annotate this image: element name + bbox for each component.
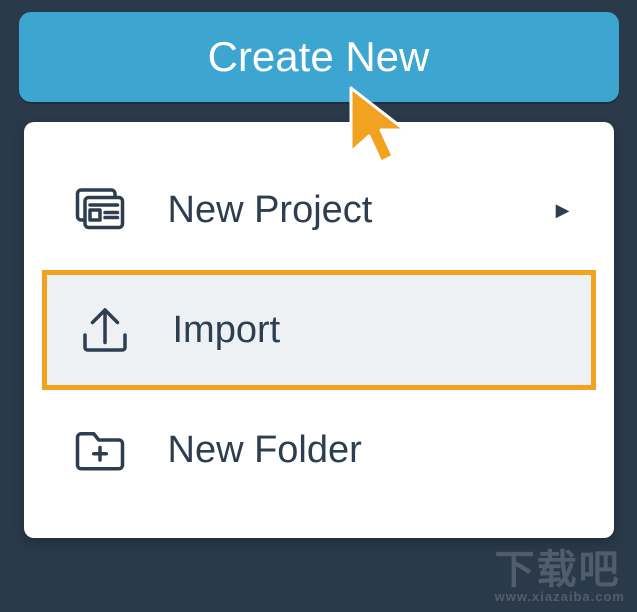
watermark: 下载吧 www.xiazaiba.com xyxy=(495,537,625,604)
create-new-dropdown: New Project ▶ Import New Folder xyxy=(24,122,614,538)
import-icon xyxy=(73,298,137,362)
watermark-sub: www.xiazaiba.com xyxy=(495,589,625,604)
menu-item-new-project[interactable]: New Project ▶ xyxy=(42,150,596,270)
create-new-button[interactable]: Create New xyxy=(19,12,619,102)
menu-label-new-project: New Project xyxy=(168,189,556,232)
menu-item-new-folder[interactable]: New Folder xyxy=(42,390,596,510)
menu-item-import[interactable]: Import xyxy=(42,270,596,390)
menu-label-import: Import xyxy=(173,309,565,352)
new-folder-icon xyxy=(68,418,132,482)
create-new-label: Create New xyxy=(208,33,430,80)
submenu-arrow-icon: ▶ xyxy=(556,200,570,221)
project-icon xyxy=(68,178,132,242)
menu-label-new-folder: New Folder xyxy=(168,429,570,472)
watermark-main: 下载吧 xyxy=(495,548,621,592)
